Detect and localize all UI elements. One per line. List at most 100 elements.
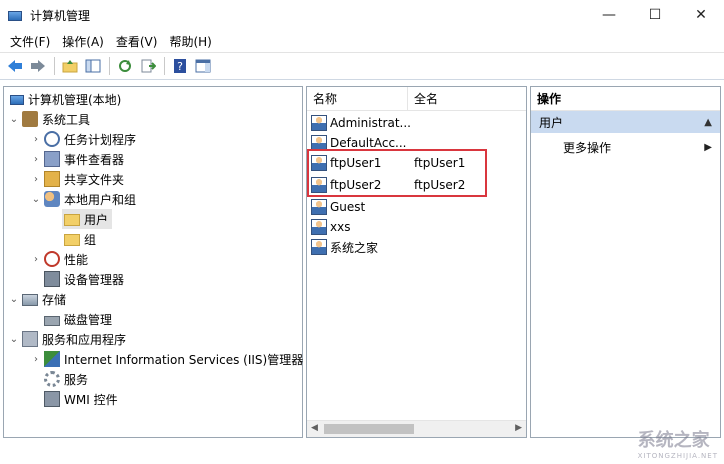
computer-management-icon: [8, 11, 22, 21]
tree-label: Internet Information Services (IIS)管理器: [64, 352, 304, 367]
chevron-down-icon[interactable]: ⌄: [30, 194, 42, 205]
maximize-button[interactable]: ☐: [632, 0, 678, 30]
tree-item-root[interactable]: 计算机管理(本地): [8, 89, 121, 109]
folder-icon: [64, 214, 80, 226]
tree-label: 系统工具: [42, 112, 91, 127]
user-name: 系统之家: [330, 240, 379, 255]
minimize-button[interactable]: —: [586, 0, 632, 30]
tree-label: 服务: [64, 372, 89, 387]
wmi-icon: [44, 391, 60, 407]
tree-item-performance[interactable]: › 性能: [30, 249, 88, 269]
watermark-text: 系统之家: [637, 430, 710, 451]
list-item[interactable]: 系统之家: [311, 237, 414, 257]
tree-item-task-scheduler[interactable]: › 任务计划程序: [30, 129, 136, 149]
collapse-up-icon[interactable]: ▲: [704, 117, 712, 128]
tree-item-shared-folders[interactable]: › 共享文件夹: [30, 169, 124, 189]
tree-item-services[interactable]: 服务: [42, 369, 88, 389]
column-header-name[interactable]: 名称: [307, 86, 408, 111]
tree-item-local-users-groups[interactable]: ⌄ 本地用户和组: [30, 189, 136, 209]
list-item[interactable]: Guest: [311, 197, 414, 217]
list-item[interactable]: Administrat...: [311, 113, 414, 133]
action-section-users[interactable]: 用户 ▲: [531, 111, 720, 133]
user-icon: [311, 219, 327, 235]
storage-icon: [22, 294, 38, 306]
action-pane: 操作 用户 ▲ 更多操作 ▶: [530, 86, 721, 438]
disk-icon: [44, 315, 60, 326]
services-apps-icon: [22, 331, 38, 347]
back-icon[interactable]: [4, 55, 26, 77]
export-list-icon[interactable]: [137, 55, 159, 77]
more-actions-label: 更多操作: [563, 140, 612, 155]
show-hide-tree-icon[interactable]: [82, 55, 104, 77]
more-actions-item[interactable]: 更多操作 ▶: [531, 137, 720, 157]
device-manager-icon: [44, 271, 60, 287]
up-folder-icon[interactable]: [59, 55, 81, 77]
user-icon: [311, 199, 327, 215]
chevron-right-icon[interactable]: ›: [30, 254, 42, 265]
tree-item-users[interactable]: 用户: [62, 209, 113, 229]
chevron-right-icon[interactable]: ›: [30, 354, 42, 365]
tree-item-storage[interactable]: ⌄ 存储: [8, 289, 66, 309]
close-button[interactable]: ✕: [678, 0, 724, 30]
user-name: DefaultAcc...: [330, 136, 407, 150]
user-name: xxs: [330, 220, 351, 234]
menu-view[interactable]: 查看(V): [110, 33, 164, 50]
menu-help[interactable]: 帮助(H): [163, 33, 217, 50]
help-icon[interactable]: ?: [169, 55, 191, 77]
event-viewer-icon: [44, 151, 60, 167]
iis-icon: [44, 351, 60, 367]
tree-item-wmi[interactable]: WMI 控件: [42, 389, 118, 409]
action-pane-title: 操作: [531, 87, 720, 111]
tree-item-disk-management[interactable]: 磁盘管理: [42, 309, 112, 329]
tree-item-system-tools[interactable]: ⌄ 系统工具: [8, 109, 90, 129]
user-icon: [311, 239, 327, 255]
tree-label: 组: [84, 232, 97, 247]
scrollbar-thumb[interactable]: [324, 424, 414, 434]
tree-item-groups[interactable]: 组: [62, 229, 96, 249]
chevron-down-icon[interactable]: ⌄: [8, 294, 20, 305]
scroll-right-icon[interactable]: ▶: [515, 423, 522, 433]
show-hide-action-pane-icon[interactable]: [192, 55, 214, 77]
user-name: Administrat...: [330, 116, 411, 130]
users-group-icon: [44, 191, 60, 207]
chevron-right-icon[interactable]: ›: [30, 154, 42, 165]
tree-label: 本地用户和组: [64, 192, 137, 207]
refresh-icon[interactable]: [114, 55, 136, 77]
watermark-subtext: XITONGZHIJIA.NET: [637, 452, 718, 460]
tree-item-event-viewer[interactable]: › 事件查看器: [30, 149, 124, 169]
column-header-full-name[interactable]: 全名: [408, 87, 518, 111]
tree-item-device-manager[interactable]: 设备管理器: [42, 269, 124, 289]
menu-action[interactable]: 操作(A): [56, 33, 110, 50]
toolbar: ?: [0, 52, 724, 80]
title-bar: 计算机管理 — ☐ ✕: [0, 0, 724, 30]
menu-file[interactable]: 文件(F): [4, 33, 56, 50]
tree-label: 服务和应用程序: [42, 332, 127, 347]
folder-icon: [64, 234, 80, 246]
user-list-pane: 名称 全名 Administrat... DefaultAcc... ftpUs…: [306, 86, 527, 438]
user-icon: [311, 115, 327, 131]
scroll-left-icon[interactable]: ◀: [311, 423, 318, 433]
svg-text:?: ?: [177, 60, 183, 73]
forward-icon[interactable]: [27, 55, 49, 77]
chevron-right-icon[interactable]: ›: [30, 134, 42, 145]
toolbar-separator: [54, 57, 55, 75]
list-item[interactable]: xxs: [311, 217, 414, 237]
chevron-right-icon[interactable]: ›: [30, 174, 42, 185]
toolbar-separator: [164, 57, 165, 75]
selected-highlight: 用户: [62, 209, 113, 229]
tree-label: WMI 控件: [64, 392, 118, 407]
shared-folder-icon: [44, 171, 60, 187]
tools-icon: [22, 111, 38, 127]
console-tree-pane: 计算机管理(本地) ⌄ 系统工具 › 任务计划程序 › 事件查看器 › 共享文件…: [3, 86, 303, 438]
watermark-logo: 系统之家 XITONGZHIJIA.NET: [638, 426, 718, 460]
tree-item-iis[interactable]: › Internet Information Services (IIS)管理器: [30, 349, 303, 369]
tree-label: 性能: [64, 252, 89, 267]
computer-icon: [10, 95, 24, 105]
horizontal-scrollbar[interactable]: ◀ ▶: [307, 420, 526, 437]
tree-item-services-apps[interactable]: ⌄ 服务和应用程序: [8, 329, 126, 349]
chevron-down-icon[interactable]: ⌄: [8, 114, 20, 125]
chevron-down-icon[interactable]: ⌄: [8, 334, 20, 345]
menu-bar: 文件(F) 操作(A) 查看(V) 帮助(H): [0, 30, 724, 52]
tree-label: 事件查看器: [64, 152, 125, 167]
tree-label: 共享文件夹: [64, 172, 125, 187]
